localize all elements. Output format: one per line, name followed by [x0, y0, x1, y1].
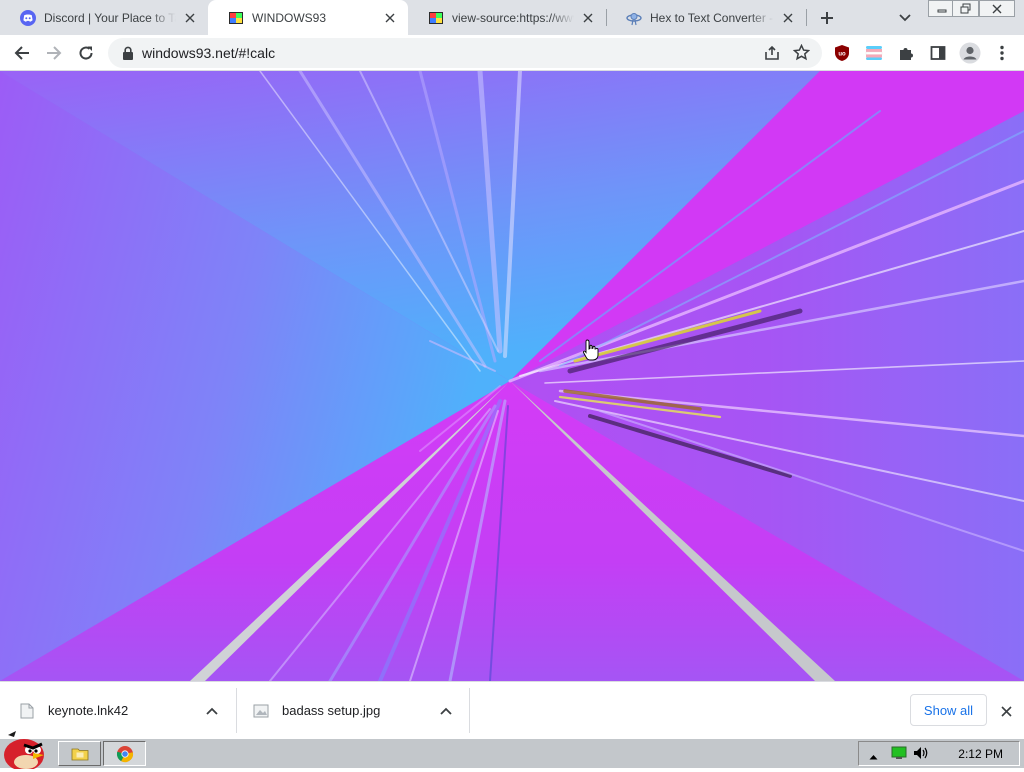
- windows93-icon: [229, 11, 243, 24]
- chevron-up-icon[interactable]: [440, 707, 452, 715]
- windows93-icon: [429, 11, 443, 24]
- image-file-icon: [253, 704, 269, 717]
- tab-title: view-source:https://www.windows93.net: [452, 10, 574, 25]
- minimize-button[interactable]: [928, 0, 955, 17]
- tab-close-icon[interactable]: [780, 10, 796, 26]
- address-bar[interactable]: windows93.net/#!calc: [108, 38, 822, 68]
- tab-title: Discord | Your Place to Talk and Hang Ou…: [44, 10, 176, 25]
- start-button[interactable]: [2, 729, 50, 771]
- folder-icon: [71, 748, 88, 760]
- url-text[interactable]: windows93.net/#!calc: [142, 45, 275, 61]
- download-divider: [236, 688, 237, 733]
- page-content[interactable]: [0, 71, 1024, 681]
- taskbar-chrome-button[interactable]: [103, 741, 146, 766]
- taskbar-explorer-button[interactable]: [58, 741, 101, 766]
- download-divider: [469, 688, 470, 733]
- flag-extension-icon: [865, 46, 883, 60]
- tray-expand-icon[interactable]: [869, 749, 878, 763]
- side-panel-button[interactable]: [924, 39, 952, 67]
- close-window-button[interactable]: [979, 0, 1015, 17]
- new-tab-button[interactable]: [814, 5, 840, 31]
- share-icon[interactable]: [764, 45, 780, 64]
- tab-divider: [606, 9, 607, 26]
- tab-divider: [806, 9, 807, 26]
- chevron-down-icon: [899, 14, 911, 22]
- extensions-button[interactable]: [892, 39, 920, 67]
- tab-hex-converter[interactable]: Hex to Text Converter - Tr: [606, 0, 806, 35]
- tab-close-icon[interactable]: [580, 10, 596, 26]
- download-item[interactable]: badass setup.jpg: [252, 682, 462, 739]
- forward-arrow-icon: [47, 46, 62, 60]
- clock[interactable]: 2:12 PM: [958, 747, 1003, 761]
- bookmark-star-icon[interactable]: [792, 43, 811, 64]
- menu-button[interactable]: [988, 39, 1016, 67]
- plus-icon: [821, 12, 833, 24]
- tab-search-button[interactable]: [894, 8, 916, 28]
- tab-discord[interactable]: Discord | Your Place to Talk and Hang Ou…: [0, 0, 208, 35]
- close-icon: [992, 4, 1002, 13]
- svg-text:uo: uo: [838, 52, 846, 58]
- chrome-icon: [116, 745, 133, 762]
- ublock-icon: uo: [835, 45, 849, 61]
- avatar-icon: [959, 42, 981, 64]
- lock-icon[interactable]: [114, 46, 142, 60]
- browser-toolbar: windows93.net/#!calc uo: [0, 35, 1024, 71]
- minimize-icon: [937, 9, 946, 12]
- download-filename: keynote.lnk42: [48, 703, 129, 718]
- tab-windows93[interactable]: WINDOWS93: [208, 0, 408, 35]
- tab-strip: Discord | Your Place to Talk and Hang Ou…: [0, 0, 1024, 35]
- angry-bird-icon: [4, 731, 44, 771]
- zoom-tunnel-graphic: [0, 71, 1024, 681]
- tab-view-source[interactable]: view-source:https://www.windows93.net: [408, 0, 606, 35]
- restore-icon: [960, 3, 971, 14]
- taskbar: 2:12 PM: [0, 731, 1024, 771]
- forward-button[interactable]: [40, 39, 68, 67]
- restore-button[interactable]: [952, 0, 979, 17]
- chevron-up-icon[interactable]: [206, 707, 218, 715]
- profile-button[interactable]: [956, 39, 984, 67]
- volume-icon[interactable]: [913, 746, 929, 763]
- network-icon[interactable]: [891, 746, 907, 763]
- show-all-button[interactable]: Show all: [910, 694, 987, 726]
- close-icon: [1000, 705, 1012, 717]
- discord-icon: [20, 9, 36, 26]
- reload-button[interactable]: [72, 39, 100, 67]
- system-tray: 2:12 PM: [858, 741, 1020, 766]
- file-icon: [20, 703, 34, 718]
- side-panel-icon: [930, 46, 946, 60]
- pride-extension-button[interactable]: [860, 39, 888, 67]
- tab-close-icon[interactable]: [182, 10, 198, 26]
- tab-title: WINDOWS93: [252, 10, 327, 25]
- reload-icon: [79, 46, 93, 60]
- back-arrow-icon: [14, 46, 29, 60]
- converter-icon: [626, 12, 642, 25]
- close-shelf-button[interactable]: [996, 701, 1016, 721]
- tab-close-icon[interactable]: [382, 10, 398, 26]
- puzzle-icon: [900, 48, 913, 60]
- back-button[interactable]: [8, 39, 36, 67]
- more-vertical-icon: [1000, 45, 1004, 61]
- tab-title: Hex to Text Converter - Tr: [650, 10, 774, 25]
- download-shelf: keynote.lnk42 badass setup.jpg Show all: [0, 681, 1024, 738]
- download-filename: badass setup.jpg: [282, 703, 381, 718]
- ublock-extension-button[interactable]: uo: [828, 39, 856, 67]
